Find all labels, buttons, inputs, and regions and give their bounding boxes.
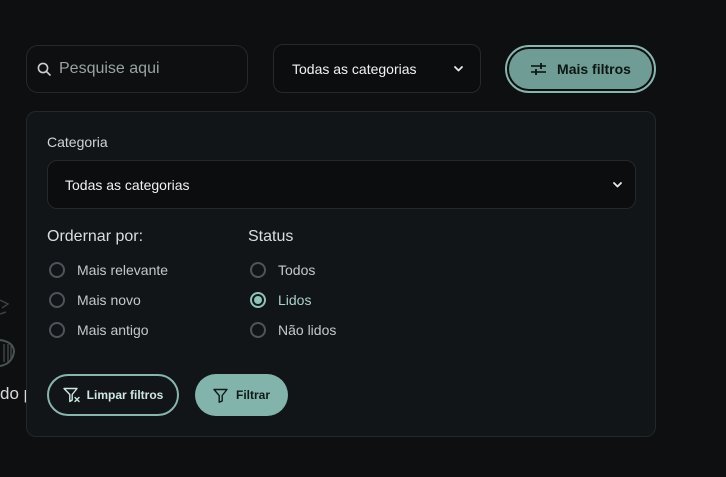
status-option-all[interactable]: Todos bbox=[250, 262, 315, 278]
status-option-unread[interactable]: Não lidos bbox=[250, 322, 336, 338]
order-by-title: Ordernar por: bbox=[47, 228, 144, 245]
category-select-value: Todas as categorias bbox=[65, 176, 190, 193]
chevron-down-icon bbox=[453, 63, 464, 74]
clear-filters-button[interactable]: Limpar filtros bbox=[47, 374, 179, 416]
status-option-read[interactable]: Lidos bbox=[250, 292, 311, 308]
order-option-label: Mais novo bbox=[77, 292, 141, 308]
page: do p Todas as categorias bbox=[0, 0, 726, 477]
chevron-down-icon bbox=[612, 179, 623, 190]
filter-clear-icon bbox=[62, 387, 81, 403]
search-icon bbox=[37, 62, 51, 76]
more-filters-label: Mais filtros bbox=[557, 61, 631, 77]
status-title: Status bbox=[248, 228, 294, 245]
more-filters-button-outline: Mais filtros bbox=[505, 45, 656, 93]
category-label: Categoria bbox=[47, 134, 108, 150]
sliders-icon bbox=[530, 62, 547, 76]
status-option-label: Lidos bbox=[278, 292, 312, 308]
category-select[interactable]: Todas as categorias bbox=[47, 160, 636, 209]
order-option-label: Mais antigo bbox=[77, 322, 149, 338]
radio-button[interactable] bbox=[49, 322, 65, 338]
order-option-oldest[interactable]: Mais antigo bbox=[49, 322, 149, 338]
radio-button[interactable] bbox=[250, 322, 266, 338]
clear-filters-label: Limpar filtros bbox=[86, 388, 164, 402]
search-input[interactable] bbox=[59, 60, 229, 78]
filter-panel: Categoria Todas as categorias Ordernar p… bbox=[26, 111, 656, 437]
status-option-label: Não lidos bbox=[278, 322, 337, 338]
apply-filter-label: Filtrar bbox=[235, 388, 270, 402]
category-select-top-value: Todas as categorias bbox=[292, 60, 417, 77]
radio-button[interactable] bbox=[250, 262, 266, 278]
radio-button-checked[interactable] bbox=[250, 292, 266, 308]
status-option-label: Todos bbox=[278, 262, 316, 278]
order-option-most-relevant[interactable]: Mais relevante bbox=[49, 262, 168, 278]
order-option-newest[interactable]: Mais novo bbox=[49, 292, 141, 308]
more-filters-button[interactable]: Mais filtros bbox=[509, 49, 652, 89]
radio-button[interactable] bbox=[49, 262, 65, 278]
radio-button[interactable] bbox=[49, 292, 65, 308]
filter-icon bbox=[213, 388, 228, 403]
apply-filter-button[interactable]: Filtrar bbox=[195, 374, 288, 416]
order-option-label: Mais relevante bbox=[77, 262, 169, 278]
search-box[interactable] bbox=[26, 45, 248, 93]
category-select-top[interactable]: Todas as categorias bbox=[273, 44, 481, 93]
